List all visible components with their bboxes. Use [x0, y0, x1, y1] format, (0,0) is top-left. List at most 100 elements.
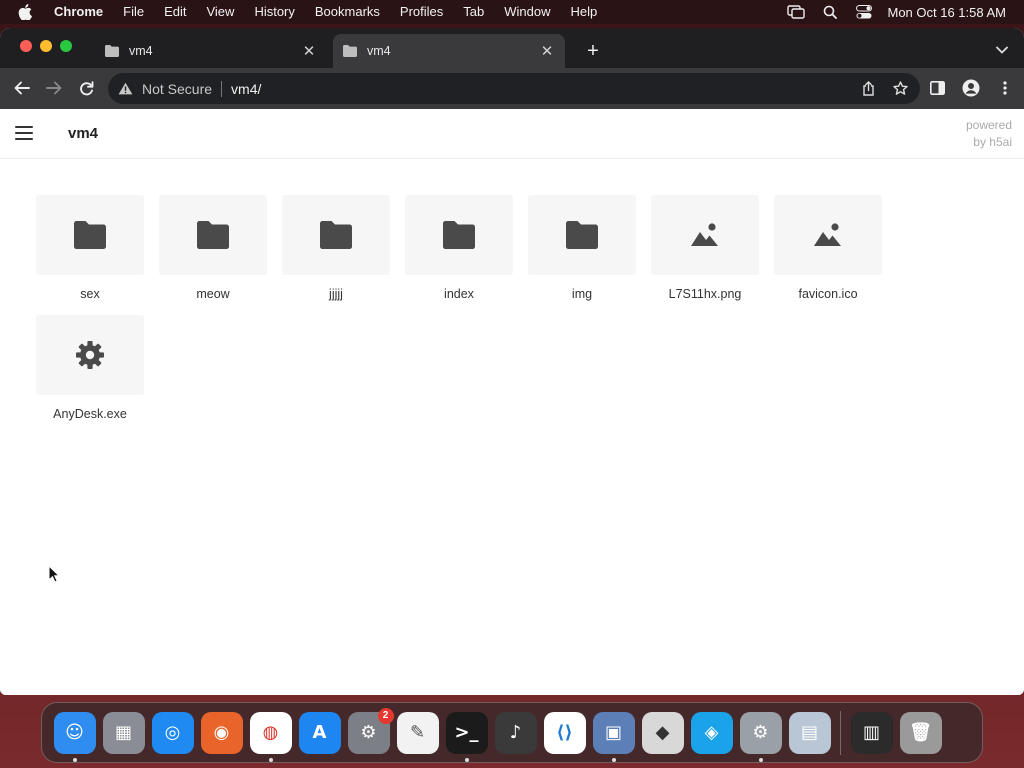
- dock-app-activity-monitor[interactable]: ▥: [850, 711, 893, 754]
- menu-edit[interactable]: Edit: [154, 0, 196, 24]
- menu-bar-clock[interactable]: Mon Oct 16 1:58 AM: [887, 5, 1006, 20]
- close-tab-icon[interactable]: ✕: [539, 43, 555, 60]
- item-label[interactable]: jjjjj: [281, 287, 391, 301]
- dock-app-safari[interactable]: ◎: [151, 711, 194, 754]
- item-label[interactable]: meow: [158, 287, 268, 301]
- tab-strip: vm4 ✕ vm4 ✕ +: [0, 28, 1024, 68]
- item-label[interactable]: L7S11hx.png: [650, 287, 760, 301]
- folder-thumb[interactable]: [528, 195, 636, 275]
- folder-item-sex[interactable]: sex: [35, 195, 145, 301]
- item-label[interactable]: favicon.ico: [773, 287, 883, 301]
- zoom-window-button[interactable]: [60, 40, 72, 52]
- item-label[interactable]: sex: [35, 287, 145, 301]
- safari-icon: ◎: [164, 722, 181, 743]
- chrome-window: vm4 ✕ vm4 ✕ + Not Secure vm4/ vm4 powere…: [0, 28, 1024, 695]
- chrome-icon: ◍: [262, 722, 279, 743]
- close-tab-icon[interactable]: ✕: [301, 43, 317, 60]
- address-bar[interactable]: Not Secure vm4/: [108, 73, 920, 104]
- forward-arrow-icon[interactable]: [43, 77, 65, 99]
- page-header: vm4 powered by h5ai: [0, 109, 1024, 159]
- item-label[interactable]: AnyDesk.exe: [35, 407, 145, 421]
- tab-search-chevron-icon[interactable]: [994, 42, 1010, 58]
- file-item-l7s11hx-png[interactable]: L7S11hx.png: [650, 195, 760, 301]
- powered-by-link[interactable]: powered by h5ai: [966, 117, 1012, 151]
- file-item-anydesk-exe[interactable]: AnyDesk.exe: [35, 315, 145, 421]
- dock-app-terminal[interactable]: >_: [445, 711, 488, 762]
- folder-item-index[interactable]: index: [404, 195, 514, 301]
- menu-tab[interactable]: Tab: [453, 0, 494, 24]
- warning-triangle-icon[interactable]: [118, 81, 134, 97]
- dock-app-launchpad[interactable]: ▦: [102, 711, 145, 754]
- tab-vm4-active[interactable]: vm4 ✕: [333, 34, 565, 68]
- folder-thumb[interactable]: [282, 195, 390, 275]
- dock-app-firefox[interactable]: ◉: [200, 711, 243, 754]
- control-center-icon[interactable]: [855, 5, 873, 19]
- folder-thumb[interactable]: [36, 195, 144, 275]
- vscode-icon: ⟨⟩: [556, 722, 573, 743]
- mouse-cursor-icon: [48, 565, 60, 583]
- dock-app-textedit[interactable]: ✎: [396, 711, 439, 754]
- menu-bookmarks[interactable]: Bookmarks: [305, 0, 390, 24]
- dock-app-trash[interactable]: 🗑: [899, 711, 942, 754]
- spotlight-search-icon[interactable]: [821, 5, 839, 19]
- url-text[interactable]: vm4/: [231, 81, 261, 97]
- menu-profiles[interactable]: Profiles: [390, 0, 453, 24]
- back-arrow-icon[interactable]: [11, 77, 33, 99]
- running-indicator: [268, 757, 273, 762]
- running-indicator: [611, 757, 616, 762]
- folder-item-jjjjj[interactable]: jjjjj: [281, 195, 391, 301]
- apple-menu-icon[interactable]: [18, 4, 34, 20]
- more-menu-icon[interactable]: [996, 79, 1014, 97]
- menu-view[interactable]: View: [196, 0, 244, 24]
- close-window-button[interactable]: [20, 40, 32, 52]
- menu-app-name[interactable]: Chrome: [44, 0, 113, 24]
- bookmark-star-icon[interactable]: [892, 80, 908, 96]
- menu-help[interactable]: Help: [561, 0, 608, 24]
- dock-app-system-preferences[interactable]: ⚙ 2: [347, 707, 394, 754]
- new-tab-icon[interactable]: +: [582, 40, 604, 62]
- profile-avatar-icon[interactable]: [962, 79, 980, 97]
- menu-window[interactable]: Window: [494, 0, 560, 24]
- minimize-window-button[interactable]: [40, 40, 52, 52]
- address-separator: [221, 80, 223, 97]
- dock-app-app-store[interactable]: A: [298, 711, 341, 754]
- breadcrumb-current[interactable]: vm4: [68, 125, 98, 142]
- folder-item-img[interactable]: img: [527, 195, 637, 301]
- tab-title: vm4: [129, 44, 153, 58]
- dock-divider: [840, 710, 841, 755]
- executable-thumb[interactable]: [36, 315, 144, 395]
- folder-thumb[interactable]: [405, 195, 513, 275]
- hamburger-menu-icon[interactable]: [15, 126, 33, 140]
- security-status-label[interactable]: Not Secure: [142, 81, 212, 97]
- tab-vm4-inactive[interactable]: vm4 ✕: [95, 34, 327, 68]
- folder-thumb[interactable]: [159, 195, 267, 275]
- dock-app-roblox[interactable]: ◆: [641, 711, 684, 754]
- preview-icon: ▤: [800, 722, 818, 743]
- menu-file[interactable]: File: [113, 0, 154, 24]
- item-label[interactable]: img: [527, 287, 637, 301]
- file-item-favicon-ico[interactable]: favicon.ico: [773, 195, 883, 301]
- dock-app-roblox-studio[interactable]: ◈: [690, 711, 733, 754]
- dock-app-vscode[interactable]: ⟨⟩: [543, 711, 586, 754]
- share-icon[interactable]: [860, 80, 876, 96]
- dock-app-system-settings[interactable]: ⚙: [739, 711, 782, 762]
- image-thumb[interactable]: [651, 195, 759, 275]
- image-thumb[interactable]: [774, 195, 882, 275]
- folder-item-meow[interactable]: meow: [158, 195, 268, 301]
- dock-app-finder[interactable]: ☺: [53, 711, 96, 762]
- dock-app-garageband[interactable]: ♪: [494, 711, 537, 754]
- menu-history[interactable]: History: [244, 0, 304, 24]
- reload-icon[interactable]: [75, 77, 97, 99]
- dock-app-virtualbox[interactable]: ▣: [592, 711, 635, 762]
- roblox-studio-icon: ◈: [704, 722, 719, 743]
- dock-app-chrome[interactable]: ◍: [249, 711, 292, 762]
- folder-icon: [443, 221, 475, 249]
- item-label[interactable]: index: [404, 287, 514, 301]
- dock-app-preview[interactable]: ▤: [788, 711, 831, 754]
- side-panel-icon[interactable]: [928, 79, 946, 97]
- screen-mirroring-icon[interactable]: [787, 5, 806, 19]
- powered-line-1: powered: [965, 118, 1012, 132]
- system-settings-icon: ⚙: [752, 722, 769, 743]
- powered-line-2: by h5ai: [973, 135, 1012, 149]
- firefox-icon: ◉: [213, 722, 230, 743]
